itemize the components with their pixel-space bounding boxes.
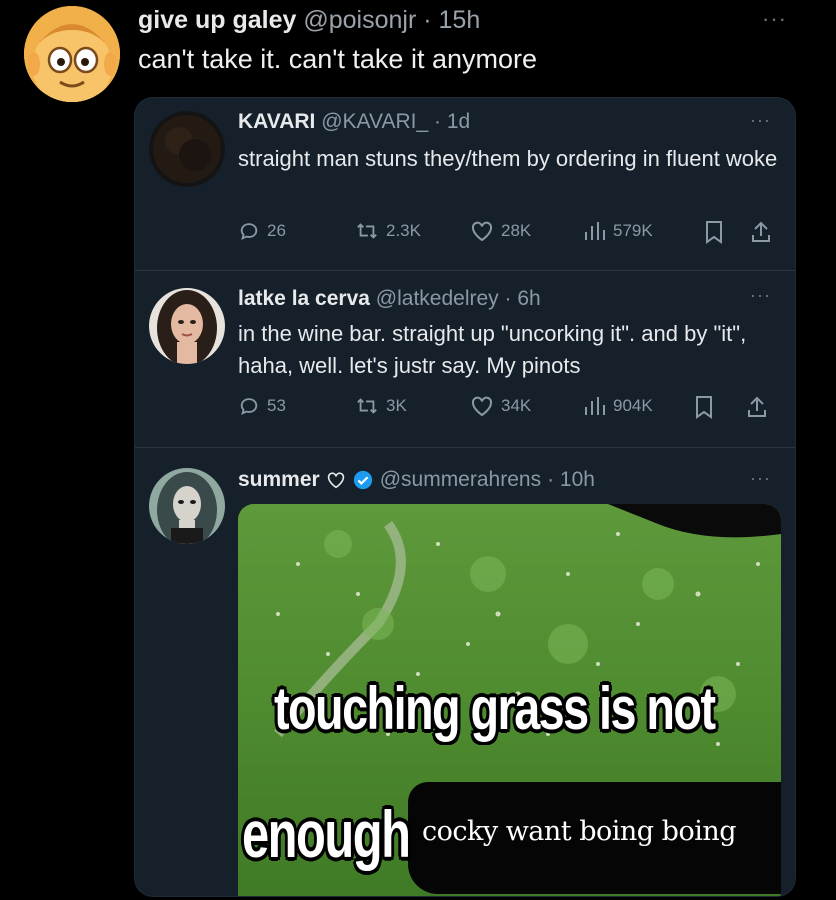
outer-display-name[interactable]: give up galey [138, 6, 296, 34]
outer-more-icon[interactable]: ··· [762, 6, 787, 32]
tweet-media-image[interactable]: touching grass is not enough cocky want … [238, 504, 781, 896]
display-name[interactable]: summer [238, 468, 320, 492]
verified-badge-icon [353, 470, 372, 490]
meme-caption: cocky want boing boing [422, 816, 737, 847]
outer-tweet-header: give up galey @poisonjr · 15h [138, 6, 480, 35]
screenshot-card: KAVARI @KAVARI_ · 1d ··· straight man st… [135, 98, 795, 896]
avatar[interactable] [149, 468, 225, 544]
timestamp[interactable]: · 10h [547, 468, 595, 492]
handle[interactable]: @summerahrens [380, 468, 541, 492]
heart-outline-icon [327, 472, 344, 489]
tweet-header: summer @summerahrens · 10h [238, 468, 595, 492]
outer-avatar[interactable] [24, 6, 120, 102]
meme-text-line1: touching grass is not [274, 675, 716, 742]
outer-handle[interactable]: @poisonjr [303, 6, 416, 34]
tweet-summer[interactable]: summer @summerahrens · 10h ··· touching … [135, 98, 795, 896]
outer-time[interactable]: · 15h [423, 6, 480, 34]
outer-tweet-text: can't take it. can't take it anymore [138, 44, 538, 74]
more-icon[interactable]: ··· [750, 468, 771, 489]
meme-text-line2: enough [242, 797, 411, 871]
